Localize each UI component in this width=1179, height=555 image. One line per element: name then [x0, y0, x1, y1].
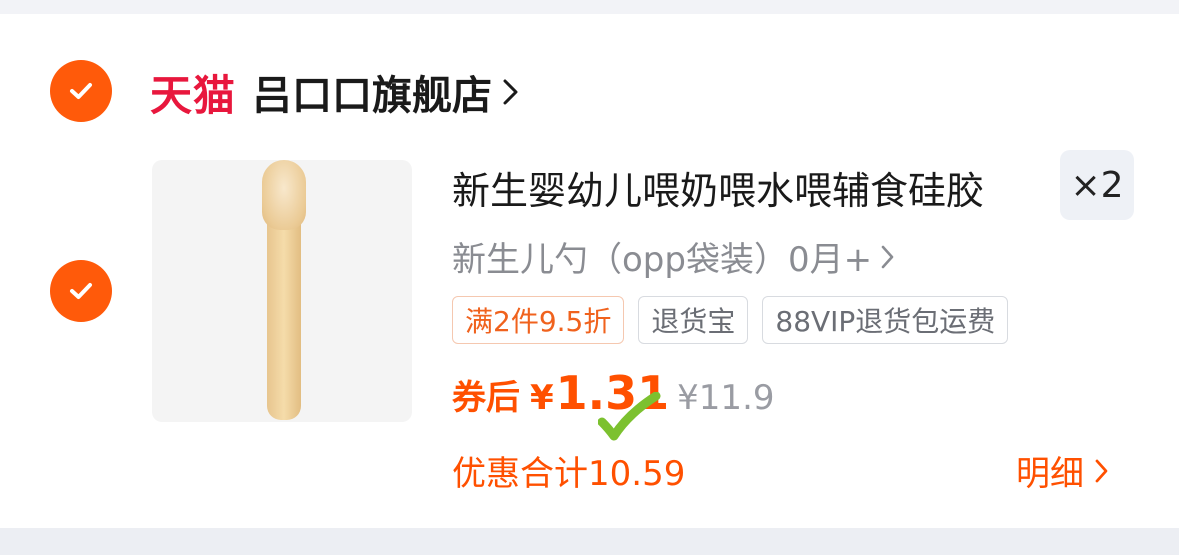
- product-title[interactable]: 新生婴幼儿喂奶喂水喂辅食硅胶: [452, 160, 984, 215]
- top-separator: [0, 0, 1179, 14]
- detail-link[interactable]: 明细: [1016, 446, 1110, 495]
- store-select-checkbox[interactable]: [50, 60, 112, 122]
- quantity-badge[interactable]: ×2: [1060, 150, 1134, 220]
- spoon-image-handle: [267, 200, 301, 420]
- tmall-logo: 天猫: [150, 70, 237, 120]
- store-header[interactable]: 天猫 吕口口旗舰店: [150, 64, 520, 120]
- item-select-checkbox[interactable]: [50, 260, 112, 322]
- sku-selector[interactable]: 新生儿勺（opp袋装）0月+: [452, 232, 896, 281]
- tag-return-insurance: 退货宝: [638, 296, 749, 344]
- store-name[interactable]: 吕口口旗舰店: [252, 63, 492, 121]
- bottom-separator: [0, 528, 1179, 555]
- price-label: 券后: [452, 378, 520, 418]
- check-icon: [70, 283, 92, 299]
- tag-88vip: 88VIP退货包运费: [762, 296, 1009, 344]
- original-price: ¥11.9: [677, 378, 775, 418]
- green-tick-overlay: [598, 392, 661, 441]
- chevron-right-icon: [503, 79, 518, 105]
- spoon-image-bowl: [262, 160, 306, 230]
- product-thumbnail[interactable]: [152, 160, 412, 422]
- tag-promo: 满2件9.5折: [452, 296, 625, 344]
- check-icon: [70, 83, 92, 99]
- promo-tags: 满2件9.5折 退货宝 88VIP退货包运费: [452, 296, 1009, 344]
- sku-label: 新生儿勺（opp袋装）0月+: [452, 240, 873, 280]
- chevron-right-icon: [1095, 459, 1108, 482]
- chevron-right-icon: [881, 245, 894, 268]
- currency-symbol: ¥: [530, 378, 554, 418]
- detail-label: 明细: [1016, 454, 1084, 494]
- discount-total: 优惠合计10.59: [452, 454, 686, 494]
